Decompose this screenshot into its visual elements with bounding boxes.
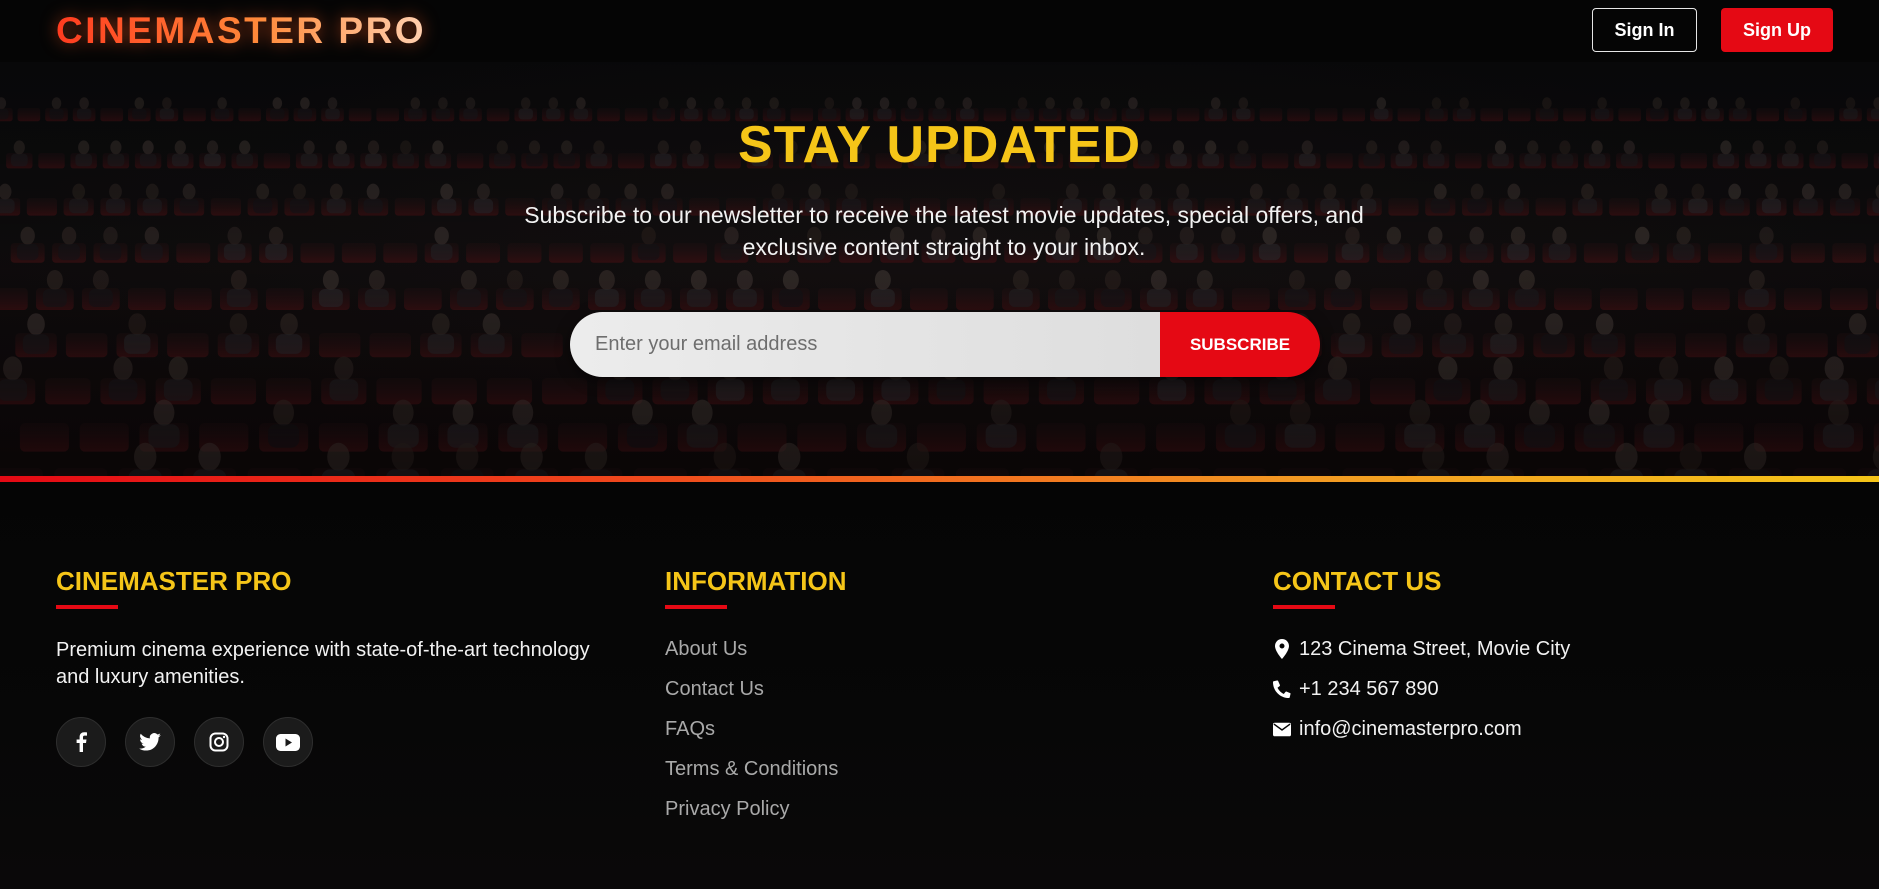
- terms-link[interactable]: Terms & Conditions: [665, 758, 838, 780]
- heading-underline: [1273, 605, 1335, 609]
- contact-list: 123 Cinema Street, Movie City +1 234 567…: [1273, 637, 1773, 757]
- email-input[interactable]: [570, 312, 1160, 377]
- footer-contact-column: CONTACT US 123 Cinema Street, Movie City…: [1273, 566, 1773, 757]
- facebook-link[interactable]: [56, 717, 106, 767]
- footer-information-heading: INFORMATION: [665, 566, 847, 596]
- heading-underline: [665, 605, 727, 609]
- map-marker-icon: [1273, 637, 1291, 661]
- information-links: About Us Contact Us FAQs Terms & Conditi…: [665, 637, 1065, 837]
- list-item: Contact Us: [665, 677, 1065, 717]
- youtube-icon: [276, 733, 300, 751]
- list-item: Terms & Conditions: [665, 757, 1065, 797]
- footer-contact-heading: CONTACT US: [1273, 566, 1442, 596]
- top-nav: CINEMASTER PRO Sign In Sign Up: [0, 0, 1879, 62]
- social-links: [56, 717, 616, 767]
- page: CINEMASTER PRO Sign In Sign Up STAY UPDA…: [0, 0, 1879, 889]
- twitter-link[interactable]: [125, 717, 175, 767]
- newsletter-subtitle: Subscribe to our newsletter to receive t…: [524, 202, 1364, 260]
- subscribe-button[interactable]: SUBSCRIBE: [1160, 312, 1320, 377]
- footer-brand-column: CINEMASTER PRO Premium cinema experience…: [56, 566, 616, 767]
- instagram-icon: [209, 732, 229, 752]
- privacy-policy-link[interactable]: Privacy Policy: [665, 798, 789, 820]
- phone-icon: [1273, 677, 1291, 701]
- list-item: About Us: [665, 637, 1065, 677]
- list-item: FAQs: [665, 717, 1065, 757]
- about-us-link[interactable]: About Us: [665, 638, 747, 660]
- instagram-link[interactable]: [194, 717, 244, 767]
- footer: CINEMASTER PRO Premium cinema experience…: [0, 482, 1879, 889]
- envelope-icon: [1273, 717, 1291, 741]
- newsletter-form: SUBSCRIBE: [570, 312, 1320, 377]
- faqs-link[interactable]: FAQs: [665, 718, 715, 740]
- twitter-icon: [139, 733, 161, 751]
- footer-information-column: INFORMATION About Us Contact Us FAQs Ter…: [665, 566, 1065, 837]
- brand-description: Premium cinema experience with state-of-…: [56, 639, 590, 688]
- contact-phone: +1 234 567 890: [1273, 677, 1773, 717]
- facebook-icon: [76, 732, 87, 752]
- newsletter-title: STAY UPDATED: [737, 116, 1142, 174]
- footer-brand-heading: CINEMASTER PRO: [56, 566, 292, 596]
- sign-in-button[interactable]: Sign In: [1592, 8, 1697, 52]
- contact-address: 123 Cinema Street, Movie City: [1273, 637, 1773, 677]
- phone-text[interactable]: +1 234 567 890: [1299, 677, 1439, 701]
- youtube-link[interactable]: [263, 717, 313, 767]
- email-text[interactable]: info@cinemasterpro.com: [1299, 717, 1522, 741]
- contact-us-link[interactable]: Contact Us: [665, 678, 764, 700]
- contact-email: info@cinemasterpro.com: [1273, 717, 1773, 757]
- sign-up-button[interactable]: Sign Up: [1721, 8, 1833, 52]
- list-item: Privacy Policy: [665, 797, 1065, 837]
- address-text: 123 Cinema Street, Movie City: [1299, 638, 1571, 660]
- heading-underline: [56, 605, 118, 609]
- brand-logo[interactable]: CINEMASTER PRO: [56, 10, 426, 52]
- newsletter-section: STAY UPDATED Subscribe to our newsletter…: [0, 62, 1879, 476]
